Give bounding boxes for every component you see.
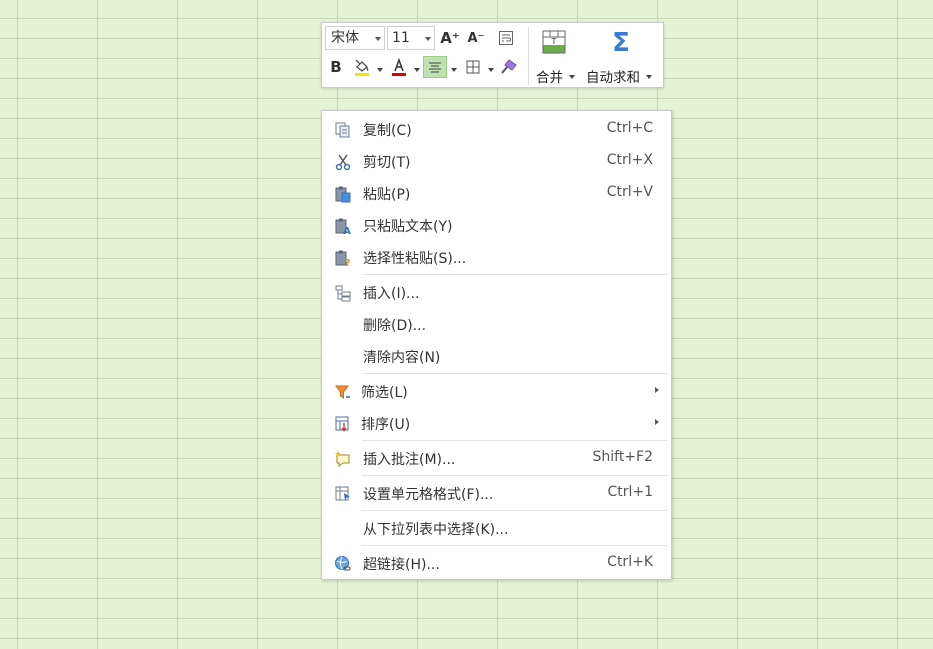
- menu-shortcut: Ctrl+1: [607, 484, 653, 500]
- menu-separator: [362, 475, 667, 476]
- font-size-select[interactable]: 11: [387, 26, 435, 50]
- merge-label: 合并: [536, 70, 563, 86]
- menu-item-paste[interactable]: 粘贴(P) Ctrl+V: [322, 178, 671, 208]
- align-center-button[interactable]: [423, 56, 447, 78]
- insert-cells-icon: [335, 285, 351, 302]
- menu-label: 插入批注(M)...: [363, 452, 456, 468]
- autosum-label: 自动求和: [586, 70, 640, 86]
- chevron-down-icon[interactable]: [414, 68, 420, 72]
- bold-button[interactable]: B: [325, 56, 347, 78]
- menu-separator: [362, 274, 667, 275]
- menu-shortcut: Ctrl+C: [606, 120, 653, 136]
- menu-label: 选择性粘贴(S)...: [363, 251, 467, 267]
- sigma-icon: Σ: [612, 28, 630, 58]
- menu-item-insert-comment[interactable]: 插入批注(M)... Shift+F2: [322, 443, 671, 473]
- comment-icon: [335, 451, 350, 467]
- menu-label: 剪切(T): [363, 155, 411, 171]
- mini-toolbar: 宋体 11 A⁺ A⁻ B T 合并 Σ 自动求和: [321, 22, 664, 88]
- menu-item-paste-special[interactable]: ? 选择性粘贴(S)...: [322, 242, 671, 272]
- chevron-down-icon: [646, 75, 653, 79]
- merge-cells-icon: T: [542, 30, 566, 54]
- context-menu: 复制(C) Ctrl+C 剪切(T) Ctrl+X 粘贴(P) Ctrl+V A…: [321, 110, 672, 580]
- toolbar-divider: [528, 27, 529, 85]
- paint-bucket-icon: [355, 59, 369, 76]
- chevron-down-icon[interactable]: [451, 68, 457, 72]
- font-name-select[interactable]: 宋体: [325, 26, 385, 50]
- chevron-down-icon: [425, 37, 431, 41]
- borders-button[interactable]: [462, 56, 484, 78]
- paste-text-icon: A: [335, 218, 351, 235]
- menu-separator: [362, 373, 667, 374]
- paste-special-icon: ?: [335, 250, 351, 267]
- menu-label: 筛选(L): [361, 385, 408, 401]
- menu-item-filter[interactable]: 筛选(L): [322, 376, 671, 406]
- svg-text:?: ?: [345, 258, 351, 267]
- menu-item-format-cells[interactable]: 设置单元格格式(F)... Ctrl+1: [322, 478, 671, 508]
- decrease-font-icon: A⁻: [467, 30, 485, 46]
- chevron-right-icon: [655, 387, 659, 393]
- fill-color-button[interactable]: [351, 56, 373, 78]
- bold-icon: B: [330, 58, 342, 76]
- svg-text:T: T: [551, 37, 557, 46]
- menu-separator: [362, 510, 667, 511]
- merge-button[interactable]: 合并: [536, 66, 576, 86]
- font-size-value: 11: [392, 30, 410, 46]
- sort-icon: [335, 416, 349, 432]
- font-name-value: 宋体: [331, 30, 359, 46]
- menu-label: 只粘贴文本(Y): [363, 219, 453, 235]
- menu-item-clear-contents[interactable]: 清除内容(N): [322, 341, 671, 371]
- menu-item-pick-from-list[interactable]: 从下拉列表中选择(K)...: [322, 513, 671, 543]
- chevron-down-icon[interactable]: [488, 68, 494, 72]
- wrap-text-icon: [499, 31, 513, 45]
- increase-font-size-button[interactable]: A⁺: [439, 27, 461, 49]
- menu-separator: [362, 440, 667, 441]
- menu-item-sort[interactable]: 排序(U): [322, 408, 671, 438]
- format-painter-button[interactable]: [498, 56, 520, 78]
- merge-icon-button[interactable]: T: [541, 29, 567, 55]
- menu-label: 从下拉列表中选择(K)...: [363, 522, 509, 538]
- menu-item-delete[interactable]: 删除(D)...: [322, 309, 671, 339]
- autosum-icon-button[interactable]: Σ: [607, 28, 635, 58]
- menu-shortcut: Ctrl+V: [606, 184, 653, 200]
- menu-item-paste-text-only[interactable]: A 只粘贴文本(Y): [322, 210, 671, 240]
- menu-item-copy[interactable]: 复制(C) Ctrl+C: [322, 114, 671, 144]
- menu-separator: [362, 545, 667, 546]
- chevron-down-icon[interactable]: [377, 68, 383, 72]
- paste-icon: [335, 186, 351, 203]
- autosum-button[interactable]: 自动求和: [586, 66, 653, 86]
- menu-label: 粘贴(P): [363, 187, 411, 203]
- menu-item-hyperlink[interactable]: 超链接(H)... Ctrl+K: [322, 548, 671, 578]
- menu-item-insert[interactable]: 插入(I)...: [322, 277, 671, 307]
- borders-icon: [466, 60, 480, 74]
- menu-label: 设置单元格格式(F)...: [363, 487, 494, 503]
- hyperlink-icon: [335, 556, 351, 571]
- copy-icon: [335, 122, 350, 138]
- svg-text:A: A: [343, 226, 351, 235]
- font-color-icon: [392, 58, 406, 76]
- menu-shortcut: Ctrl+K: [607, 554, 653, 570]
- increase-font-icon: A⁺: [440, 29, 460, 47]
- font-color-button[interactable]: [388, 56, 410, 78]
- menu-label: 清除内容(N): [363, 350, 441, 366]
- align-center-icon: [429, 62, 441, 73]
- chevron-down-icon: [375, 37, 381, 41]
- format-painter-icon: [501, 59, 517, 74]
- chevron-down-icon: [569, 75, 576, 79]
- filter-icon: [335, 385, 350, 399]
- wrap-text-button[interactable]: [495, 27, 517, 49]
- menu-label: 超链接(H)...: [363, 557, 440, 573]
- decrease-font-size-button[interactable]: A⁻: [465, 27, 487, 49]
- menu-label: 插入(I)...: [363, 286, 420, 302]
- format-cells-icon: [335, 486, 350, 501]
- menu-shortcut: Shift+F2: [592, 449, 653, 465]
- menu-item-cut[interactable]: 剪切(T) Ctrl+X: [322, 146, 671, 176]
- scissors-icon: [335, 154, 351, 171]
- menu-label: 复制(C): [363, 123, 412, 139]
- chevron-right-icon: [655, 419, 659, 425]
- menu-label: 删除(D)...: [363, 318, 427, 334]
- menu-shortcut: Ctrl+X: [606, 152, 653, 168]
- menu-label: 排序(U): [361, 417, 411, 433]
